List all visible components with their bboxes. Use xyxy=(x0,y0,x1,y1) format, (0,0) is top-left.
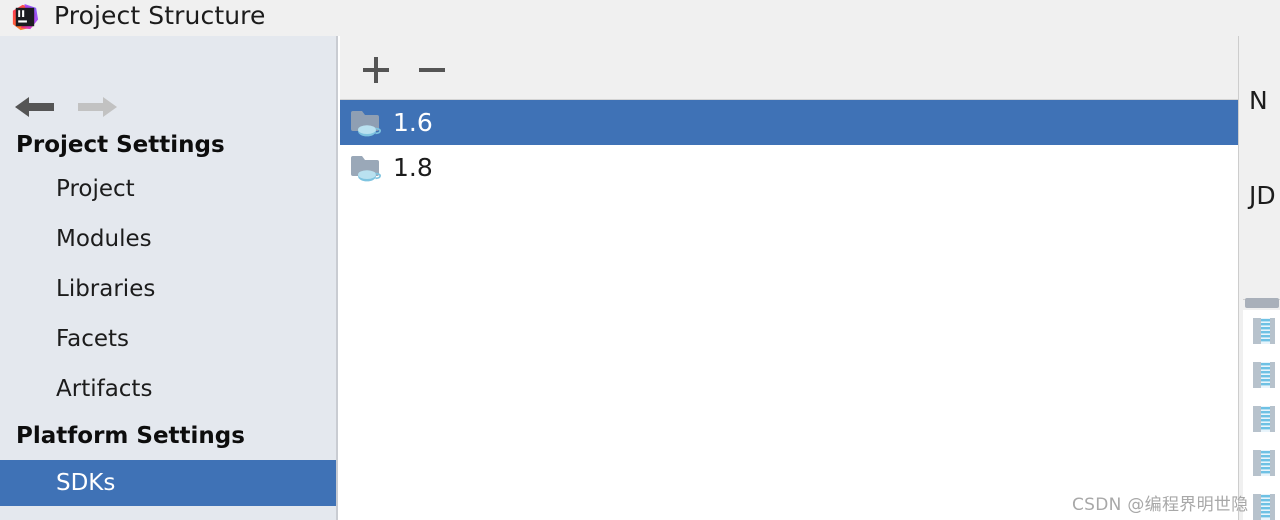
add-sdk-button[interactable] xyxy=(356,50,396,90)
list-item[interactable] xyxy=(1252,404,1280,434)
sdk-name: 1.6 xyxy=(393,108,433,137)
sidebar-item-libraries[interactable]: Libraries xyxy=(0,266,336,312)
list-item[interactable]: 1.8 xyxy=(340,145,1240,190)
list-item[interactable] xyxy=(1252,448,1280,478)
watermark-text: CSDN @编程界明世隐 xyxy=(1072,495,1249,515)
jar-archive-icon xyxy=(1253,450,1275,476)
sdk-detail-fields: N JD xyxy=(1243,36,1280,300)
sidebar-item-label: Libraries xyxy=(56,276,156,302)
settings-sidebar: Project Settings Project Modules Librari… xyxy=(0,36,338,520)
sdk-list[interactable]: 1.6 1.8 xyxy=(340,99,1240,520)
sdk-list-toolbar xyxy=(340,36,1240,99)
sidebar-item-facets[interactable]: Facets xyxy=(0,316,336,362)
remove-sdk-button[interactable] xyxy=(412,50,452,90)
list-item[interactable] xyxy=(1252,492,1280,520)
list-item[interactable] xyxy=(1252,316,1280,346)
back-button[interactable] xyxy=(10,90,62,124)
jdk-folder-icon xyxy=(351,110,381,136)
arrow-left-icon xyxy=(15,97,54,117)
sidebar-item-project[interactable]: Project xyxy=(0,166,336,212)
sdk-detail-panel: N JD xyxy=(1243,36,1280,520)
jar-archive-icon xyxy=(1253,494,1275,520)
sdk-name-field-label: N xyxy=(1249,86,1268,115)
jar-archive-icon xyxy=(1253,362,1275,388)
sdk-name: 1.8 xyxy=(393,153,433,182)
sidebar-item-modules[interactable]: Modules xyxy=(0,216,336,262)
jar-archive-icon xyxy=(1253,406,1275,432)
intellij-idea-logo xyxy=(12,3,39,31)
sidebar-group-project-settings: Project Settings xyxy=(16,132,225,158)
project-structure-dialog: Project Structure Project Settings Proje… xyxy=(0,0,1280,520)
navigation-arrows xyxy=(0,36,336,117)
sidebar-item-sdks[interactable]: SDKs xyxy=(0,460,336,506)
sidebar-item-label: Modules xyxy=(56,226,152,252)
arrow-right-icon xyxy=(78,97,117,117)
plus-icon xyxy=(363,57,389,83)
forward-button[interactable] xyxy=(70,90,122,124)
list-item[interactable]: 1.6 xyxy=(340,100,1240,145)
sidebar-item-label: Project xyxy=(56,176,135,202)
window-title: Project Structure xyxy=(54,1,266,30)
sidebar-item-label: Artifacts xyxy=(56,376,153,402)
sdk-jdk-field-label: JD xyxy=(1249,181,1276,210)
jar-archive-icon xyxy=(1253,318,1275,344)
sidebar-group-platform-settings: Platform Settings xyxy=(16,423,245,449)
title-bar: Project Structure xyxy=(0,0,1280,36)
horizontal-scrollbar[interactable] xyxy=(1245,298,1279,308)
sidebar-item-label: SDKs xyxy=(56,470,116,496)
minus-icon xyxy=(419,57,445,83)
list-item[interactable] xyxy=(1252,360,1280,390)
sidebar-item-label: Facets xyxy=(56,326,130,352)
classpath-jar-list[interactable] xyxy=(1243,310,1280,520)
jdk-folder-icon xyxy=(351,155,381,181)
sidebar-item-artifacts[interactable]: Artifacts xyxy=(0,366,336,412)
